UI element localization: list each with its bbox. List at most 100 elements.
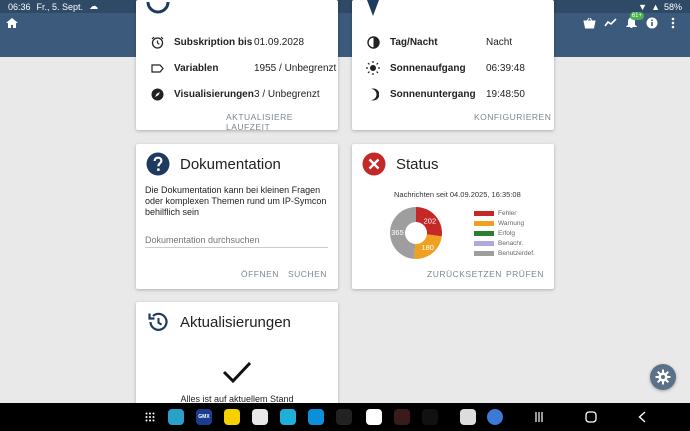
wifi-icon: ▼: [638, 1, 648, 12]
location-label: Tag/Nacht: [390, 36, 438, 48]
location-pin-icon: [367, 0, 379, 16]
location-value: 06:39:48: [486, 62, 525, 74]
status-donut-chart: 202 180 365: [389, 207, 442, 259]
checkmark-icon: [222, 361, 252, 384]
legend-label: Benachr.: [498, 239, 524, 247]
calendar-app-icon[interactable]: [168, 409, 184, 425]
location-row-sunset: Sonnenuntergang 19:48:50: [366, 87, 525, 101]
legend-item-notification: Benachr.: [474, 238, 535, 248]
renew-subscription-button[interactable]: AKTUALISIERE LAUFZEIT: [226, 112, 338, 132]
legend-item-warning: Warnung: [474, 218, 535, 228]
status-since-text: Nachrichten seit 04.09.2025, 16:35:08: [394, 190, 521, 199]
license-card: Subskription bis 01.09.2028 Variablen 19…: [136, 0, 338, 132]
configure-button[interactable]: KONFIGURIEREN: [474, 112, 551, 122]
activity-chart-icon[interactable]: [603, 16, 617, 30]
settings-fab[interactable]: [650, 364, 676, 390]
license-card-icon: [146, 2, 170, 14]
legend-item-custom: Benutzerdef.: [474, 248, 535, 258]
bank-app-icon[interactable]: [224, 409, 240, 425]
notification-bell-icon[interactable]: 61+: [624, 12, 644, 30]
status-date: Fr., 5. Sept.: [36, 1, 84, 12]
signal-icon: ▲: [651, 1, 660, 12]
label-tag-icon: [150, 61, 164, 75]
update-history-icon: [148, 312, 168, 331]
gmx-app-icon[interactable]: GMX: [196, 409, 212, 425]
legend-label: Benutzerdef.: [498, 249, 535, 257]
legend-swatch: [474, 250, 494, 256]
legend-label: Fehler: [498, 209, 517, 217]
maps-app-icon[interactable]: [252, 409, 268, 425]
android-status-bar: 06:36 Fr., 5. Sept. ☁ ▼ ▲ 58%: [0, 0, 690, 13]
back-nav-icon[interactable]: [638, 411, 646, 423]
legend-item-error: Fehler: [474, 208, 535, 218]
location-label: Sonnenaufgang: [390, 62, 466, 74]
check-status-button[interactable]: PRÜFEN: [506, 269, 544, 279]
moon-icon: [366, 87, 380, 101]
half-circle-icon: [366, 35, 380, 49]
legend-label: Erfolg: [498, 229, 515, 237]
notification-badge: 61+: [629, 12, 644, 20]
compass-icon: [150, 87, 164, 101]
donut-value-label: 180: [421, 243, 434, 252]
documentation-search-input[interactable]: [145, 232, 328, 248]
status-title: Status: [396, 156, 439, 173]
donut-value-label: 365: [391, 228, 404, 237]
status-card: Status Nachrichten seit 04.09.2025, 16:3…: [352, 144, 554, 289]
open-documentation-button[interactable]: ÖFFNEN: [241, 269, 279, 279]
home-icon[interactable]: [5, 16, 19, 30]
fiat-app-icon[interactable]: [422, 409, 438, 425]
location-card: Tag/Nacht Nacht Sonnenaufgang 06:39:48 S…: [352, 0, 554, 130]
gear-icon: [655, 369, 671, 385]
legend-swatch: [474, 240, 494, 246]
documentation-title: Dokumentation: [180, 156, 281, 173]
updates-title: Aktualisierungen: [180, 314, 291, 331]
home-screen-app-icon[interactable]: [460, 409, 476, 425]
clock-time: 06:36: [8, 1, 31, 12]
license-value: 01.09.2028: [254, 36, 305, 48]
license-label: Visualisierungen: [174, 88, 254, 100]
search-documentation-button[interactable]: SUCHEN: [288, 269, 327, 279]
battery-percent: 58%: [663, 1, 682, 12]
loop-app-icon[interactable]: [394, 409, 410, 425]
app-bar: 61+: [0, 12, 690, 57]
error-circle-icon: [362, 152, 386, 176]
recent-apps-icon[interactable]: [534, 412, 544, 422]
license-row-subscription: Subskription bis 01.09.2028: [150, 35, 304, 49]
location-label: Sonnenuntergang: [390, 88, 476, 100]
license-row-variables: Variablen 1955 / Unbegrenzt: [150, 61, 336, 75]
license-row-visualizations: Visualisierungen 3 / Unbegrenzt: [150, 87, 320, 101]
location-row-sunrise: Sonnenaufgang 06:39:48: [366, 61, 525, 75]
sun-icon: [366, 61, 380, 75]
donut-value-label: 202: [424, 216, 437, 225]
documentation-description: Die Dokumentation kann bei kleinen Frage…: [145, 185, 327, 217]
info-icon[interactable]: [645, 16, 659, 30]
legend-label: Warnung: [498, 219, 525, 227]
cloud-icon: ☁: [89, 1, 99, 11]
reset-status-button[interactable]: ZURÜCKSETZEN: [427, 269, 502, 279]
android-taskbar: GMX: [0, 403, 690, 431]
license-label: Subskription bis: [174, 36, 253, 48]
alarm-clock-icon: [150, 35, 164, 49]
location-row-daynight: Tag/Nacht Nacht: [366, 35, 512, 49]
app-drawer-icon[interactable]: [145, 412, 155, 422]
legend-swatch: [474, 220, 494, 226]
license-value: 3 / Unbegrenzt: [254, 88, 320, 100]
location-value: 19:48:50: [486, 88, 525, 100]
help-circle-icon: [146, 152, 170, 176]
updates-card: Aktualisierungen Alles ist auf aktuellem…: [136, 302, 338, 412]
license-label: Variablen: [174, 62, 219, 74]
shop-app-icon[interactable]: [336, 409, 352, 425]
more-vert-icon[interactable]: [666, 16, 680, 30]
alexa-app-icon[interactable]: [308, 409, 324, 425]
browser-app-icon[interactable]: [487, 409, 503, 425]
ipsymcon-home-app-icon[interactable]: [366, 409, 382, 425]
legend-swatch: [474, 210, 494, 216]
status-legend: Fehler Warnung Erfolg Benachr. Benutzerd…: [474, 208, 535, 258]
location-value: Nacht: [486, 36, 513, 48]
energy-app-icon[interactable]: [280, 409, 296, 425]
license-value: 1955 / Unbegrenzt: [254, 62, 337, 74]
basket-icon[interactable]: [582, 16, 596, 30]
home-nav-icon[interactable]: [585, 411, 597, 423]
legend-item-success: Erfolg: [474, 228, 535, 238]
documentation-card: Dokumentation Die Dokumentation kann bei…: [136, 144, 338, 289]
